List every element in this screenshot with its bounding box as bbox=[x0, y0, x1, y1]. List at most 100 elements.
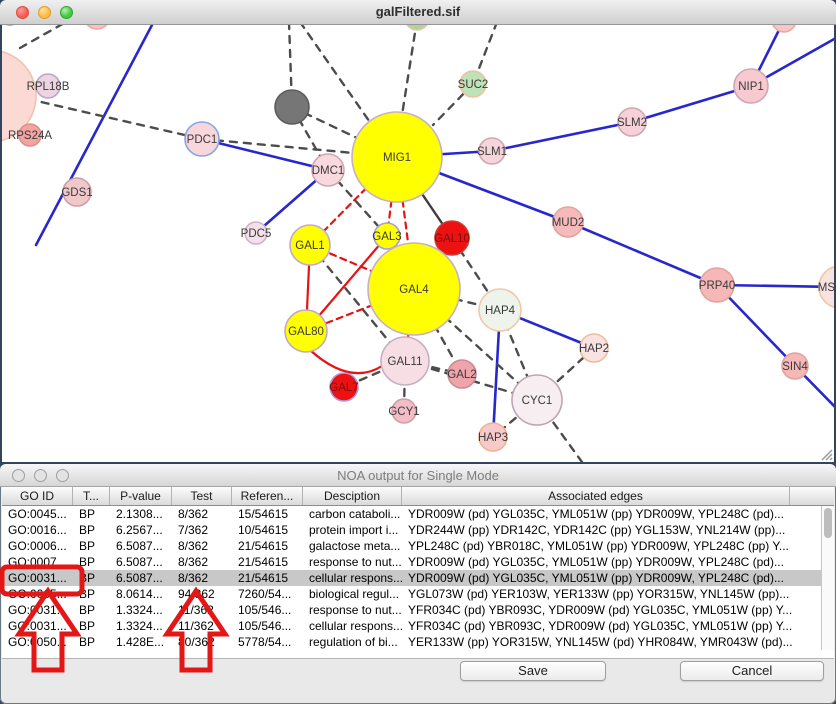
graph-window-titlebar[interactable]: galFiltered.sif bbox=[0, 0, 836, 25]
graph-canvas[interactable]: RPL18BRPS24AGDS1PDC1DMC1MIG1SUC2SLM1SLM2… bbox=[2, 25, 834, 462]
node-HAP3[interactable] bbox=[479, 423, 507, 451]
node-RPL18B[interactable] bbox=[36, 74, 60, 98]
table-row-1[interactable]: GO:0016...BP6.2567...7/36210/54615protei… bbox=[2, 522, 834, 538]
node-GAL3[interactable] bbox=[374, 223, 400, 249]
table-cell: YDR244W (pp) YDR142C, YDR142C (pp) YGL15… bbox=[402, 522, 834, 538]
edge-blue-9[interactable] bbox=[568, 222, 717, 285]
table-cell: 80/362 bbox=[172, 634, 232, 650]
column-header-T...[interactable]: T... bbox=[73, 487, 110, 505]
node-MSN[interactable] bbox=[819, 266, 834, 308]
node-PDC1[interactable] bbox=[185, 122, 219, 156]
graph-window-title: galFiltered.sif bbox=[0, 4, 836, 19]
node-RPS24A[interactable] bbox=[19, 124, 41, 146]
column-header-filler[interactable] bbox=[790, 487, 834, 505]
node-SLM1[interactable] bbox=[479, 138, 505, 164]
table-row-4[interactable]: GO:0031...BP6.5087...8/36221/54615cellul… bbox=[2, 570, 834, 586]
column-header-Associated edges[interactable]: Associated edges bbox=[402, 487, 790, 505]
node-cut-pink-left[interactable] bbox=[84, 25, 110, 29]
table-cell: 7260/54... bbox=[232, 586, 303, 602]
table-cell: YFR034C (pd) YBR093C, YDR009W (pd) YGL03… bbox=[402, 618, 834, 634]
table-cell: 1.3324... bbox=[110, 602, 172, 618]
table-cell: GO:0065... bbox=[2, 586, 73, 602]
node-GAL10[interactable] bbox=[435, 221, 469, 255]
table-cell: BP bbox=[73, 586, 110, 602]
table-cell: 8.0614... bbox=[110, 586, 172, 602]
table-cell: galactose meta... bbox=[303, 538, 402, 554]
node-SIN4[interactable] bbox=[782, 353, 808, 379]
node-GAL7[interactable] bbox=[330, 373, 358, 401]
table-row-5[interactable]: GO:0065...BP8.0614...94/3627260/54...bio… bbox=[2, 586, 834, 602]
table-cell: GO:0045... bbox=[2, 506, 73, 522]
edge-blue-5[interactable] bbox=[632, 86, 751, 122]
table-cell: 8/362 bbox=[172, 538, 232, 554]
node-CYC1[interactable] bbox=[512, 375, 562, 425]
node-cut-pink-right[interactable] bbox=[772, 25, 796, 32]
column-header-Desciption[interactable]: Desciption bbox=[303, 487, 402, 505]
column-header-GO ID[interactable]: GO ID bbox=[2, 487, 73, 505]
node-MIG1[interactable] bbox=[352, 112, 442, 202]
table-cell: GO:0050... bbox=[2, 634, 73, 650]
node-HAP2[interactable] bbox=[580, 334, 608, 362]
noa-window-title: NOA output for Single Mode bbox=[0, 468, 836, 483]
table-cell: response to nut... bbox=[303, 602, 402, 618]
node-GAL2[interactable] bbox=[448, 360, 476, 388]
node-PRP40[interactable] bbox=[700, 268, 734, 302]
column-header-P-value[interactable]: P-value bbox=[110, 487, 172, 505]
cancel-button[interactable]: Cancel bbox=[680, 661, 824, 681]
node-NIP1[interactable] bbox=[734, 69, 768, 103]
node-SUC2[interactable] bbox=[460, 71, 486, 97]
node-DMC1[interactable] bbox=[312, 154, 344, 186]
node-gray-node[interactable] bbox=[275, 90, 309, 124]
node-GAL80[interactable] bbox=[285, 310, 327, 352]
edge-blue-0[interactable] bbox=[36, 25, 152, 245]
table-cell: BP bbox=[73, 618, 110, 634]
save-button[interactable]: Save bbox=[460, 661, 606, 681]
graph-window: galFiltered.sif RPL18BRPS24AGDS1PDC1DMC1… bbox=[0, 0, 836, 462]
table-cell: GO:0007... bbox=[2, 554, 73, 570]
table-cell: 11/362 bbox=[172, 618, 232, 634]
table-cell: 6.2567... bbox=[110, 522, 172, 538]
network-view[interactable]: RPL18BRPS24AGDS1PDC1DMC1MIG1SUC2SLM1SLM2… bbox=[2, 25, 834, 462]
table-cell: 1.3324... bbox=[110, 618, 172, 634]
table-cell: 5778/54... bbox=[232, 634, 303, 650]
table-cell: 8/362 bbox=[172, 570, 232, 586]
table-row-3[interactable]: GO:0007...BP6.5087...8/36221/54615respon… bbox=[2, 554, 834, 570]
table-cell: 6.5087... bbox=[110, 554, 172, 570]
edge-red-43[interactable] bbox=[310, 350, 382, 373]
table-cell: 21/54615 bbox=[232, 570, 303, 586]
node-GAL4[interactable] bbox=[368, 243, 460, 335]
node-GDS1[interactable] bbox=[63, 178, 91, 206]
table-row-2[interactable]: GO:0006...BP6.5087...8/36221/54615galact… bbox=[2, 538, 834, 554]
node-HAP4[interactable] bbox=[479, 289, 521, 331]
scrollbar-thumb[interactable] bbox=[824, 508, 832, 538]
nodes-layer: RPL18BRPS24AGDS1PDC1DMC1MIG1SUC2SLM1SLM2… bbox=[2, 25, 834, 451]
node-SLM2[interactable] bbox=[618, 108, 646, 136]
edge-dashed-22[interactable] bbox=[402, 25, 417, 115]
table-cell: BP bbox=[73, 602, 110, 618]
node-GAL11[interactable] bbox=[381, 337, 429, 385]
resize-grip[interactable] bbox=[822, 450, 832, 460]
edge-dashed-21[interactable] bbox=[300, 25, 374, 128]
node-GCY1[interactable] bbox=[392, 399, 416, 423]
edge-dashed-16[interactable] bbox=[28, 99, 202, 139]
vertical-scrollbar[interactable] bbox=[821, 506, 834, 650]
edge-blue-4[interactable] bbox=[492, 122, 632, 151]
node-PDC5[interactable] bbox=[245, 222, 267, 244]
node-GAL1[interactable] bbox=[290, 225, 330, 265]
node-MUD2[interactable] bbox=[553, 207, 583, 237]
edge-dashed-15[interactable] bbox=[20, 25, 66, 48]
table-cell: 10/54615 bbox=[232, 522, 303, 538]
table-row-8[interactable]: GO:0050...BP1.428E...80/3625778/54...reg… bbox=[2, 634, 834, 650]
noa-window-titlebar[interactable]: NOA output for Single Mode bbox=[0, 464, 836, 487]
table-row-6[interactable]: GO:0031...BP1.3324...11/362105/546...res… bbox=[2, 602, 834, 618]
node-cut-green-top[interactable] bbox=[405, 25, 429, 30]
column-header-Referen...[interactable]: Referen... bbox=[232, 487, 303, 505]
table-row-0[interactable]: GO:0045...BP2.1308...8/36215/54615carbon… bbox=[2, 506, 834, 522]
table-cell: 21/54615 bbox=[232, 538, 303, 554]
table-cell: GO:0031... bbox=[2, 618, 73, 634]
table-row-7[interactable]: GO:0031...BP1.3324...11/362105/546...cel… bbox=[2, 618, 834, 634]
table-cell: BP bbox=[73, 522, 110, 538]
table-cell: 6.5087... bbox=[110, 570, 172, 586]
column-header-Test[interactable]: Test bbox=[172, 487, 232, 505]
table-cell: YDR009W (pd) YGL035C, YML051W (pp) YDR00… bbox=[402, 506, 834, 522]
